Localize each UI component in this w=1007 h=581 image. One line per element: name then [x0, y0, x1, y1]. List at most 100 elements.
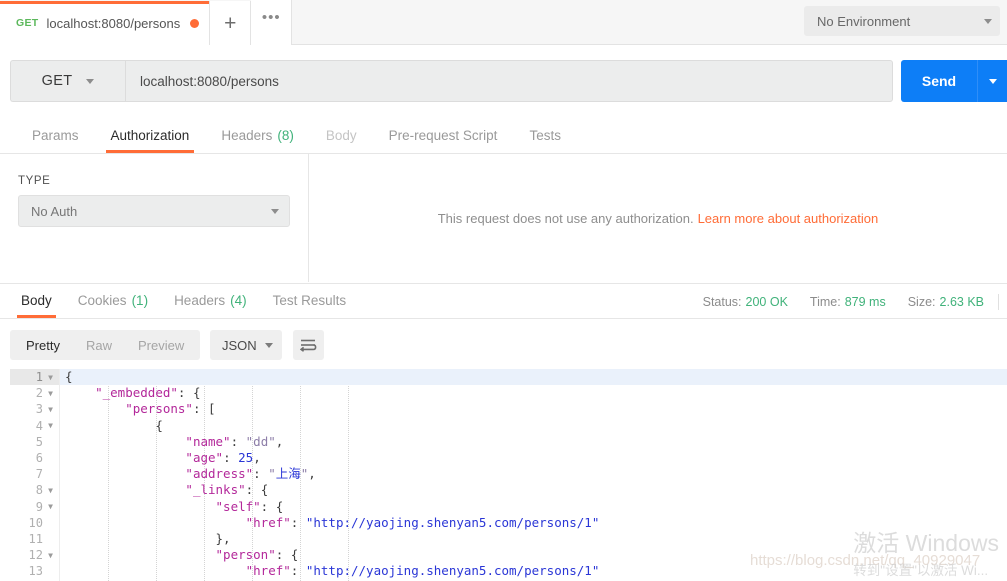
- chevron-down-icon: [86, 78, 95, 84]
- fold-arrow-icon[interactable]: ▼: [46, 486, 55, 495]
- tab-params-label: Params: [32, 128, 79, 143]
- request-url-row: GET localhost:8080/persons Send: [0, 45, 1007, 117]
- postman-window: GET localhost:8080/persons + ••• No Envi…: [0, 0, 1007, 581]
- code-line: {: [60, 369, 1007, 386]
- fold-arrow-icon[interactable]: ▼: [46, 389, 55, 398]
- fold-arrow-icon[interactable]: ▼: [46, 421, 55, 430]
- response-tab-headers-label: Headers: [174, 293, 226, 308]
- status-value: 200 OK: [745, 294, 788, 309]
- environment-selector[interactable]: No Environment: [804, 6, 1000, 36]
- tab-options-button[interactable]: •••: [251, 0, 293, 45]
- size-meta: Size: 2.63 KB: [908, 295, 984, 309]
- response-meta: Status: 200 OK Time: 879 ms Size: 2.63 KB: [681, 284, 1007, 319]
- tab-tests-label: Tests: [529, 128, 561, 143]
- learn-more-link[interactable]: Learn more about authorization: [698, 211, 879, 226]
- fold-arrow-icon[interactable]: ▼: [46, 502, 55, 511]
- send-button[interactable]: Send: [901, 60, 977, 102]
- unsaved-indicator-icon: [190, 18, 200, 28]
- line-number: 3 ▼: [10, 401, 59, 417]
- new-tab-button[interactable]: +: [210, 1, 252, 45]
- response-body-toolbar: Pretty Raw Preview JSON: [0, 319, 1007, 369]
- authorization-panel: TYPE No Auth This request does not use a…: [0, 154, 1007, 282]
- response-tab-cookies[interactable]: Cookies (1): [65, 283, 161, 318]
- view-mode-preview[interactable]: Preview: [125, 333, 197, 357]
- line-number: 1 ▼: [10, 369, 59, 386]
- line-number: 8 ▼: [10, 482, 59, 498]
- chevron-down-icon: [989, 78, 997, 84]
- code-line: "address": "上海",: [185, 466, 316, 482]
- code-line: },: [215, 530, 231, 546]
- wrap-lines-button[interactable]: [293, 330, 324, 360]
- tab-pre-request-script-label: Pre-request Script: [388, 128, 498, 143]
- line-number: 12 ▼: [10, 547, 59, 563]
- response-tab-test-results[interactable]: Test Results: [260, 283, 360, 318]
- code-line: "href": "http://yaojing.shenyan5.com/per…: [245, 514, 600, 530]
- tab-headers[interactable]: Headers (8): [205, 118, 310, 153]
- auth-type-selector[interactable]: No Auth: [18, 195, 290, 227]
- response-tab-headers[interactable]: Headers (4): [161, 283, 260, 318]
- code-line: "href": "http://yaojing.shenyan5.com/per…: [245, 563, 600, 579]
- tab-pre-request-script[interactable]: Pre-request Script: [373, 118, 514, 153]
- code-line: "age": 25,: [185, 449, 261, 465]
- response-format-selector[interactable]: JSON: [210, 330, 282, 360]
- request-section-tabs: Params Authorization Headers (8) Body Pre…: [0, 118, 1007, 154]
- environment-selected-label: No Environment: [817, 13, 911, 29]
- wrap-lines-icon: [300, 339, 317, 352]
- response-section-tabs: Body Cookies (1) Headers (4) Test Results …: [0, 283, 1007, 319]
- status-label: Status:: [702, 294, 742, 309]
- tab-authorization-label: Authorization: [110, 128, 190, 143]
- chevron-down-icon: [984, 18, 992, 24]
- tab-tests[interactable]: Tests: [513, 118, 577, 153]
- url-input-value: localhost:8080/persons: [140, 73, 279, 89]
- fold-arrow-icon[interactable]: ▼: [46, 405, 55, 414]
- request-tab-active[interactable]: GET localhost:8080/persons: [0, 1, 211, 45]
- response-view-mode-group: Pretty Raw Preview: [10, 330, 201, 360]
- code-line: "name": "dd",: [185, 433, 284, 449]
- tab-authorization[interactable]: Authorization: [95, 118, 206, 153]
- response-tab-headers-count: (4): [230, 293, 247, 308]
- authorization-message-area: This request does not use any authorizat…: [309, 154, 1007, 282]
- request-tab-name: localhost:8080/persons: [46, 15, 181, 31]
- http-method-selector[interactable]: GET: [10, 60, 125, 102]
- line-number: 2 ▼: [10, 385, 59, 401]
- line-number: 4 ▼: [10, 418, 59, 434]
- authorization-message: This request does not use any authorizat…: [437, 210, 694, 226]
- response-body-code[interactable]: { "_embedded": { "persons": [ { "name": …: [60, 369, 1007, 581]
- time-label: Time:: [809, 294, 841, 309]
- size-value: 2.63 KB: [939, 294, 984, 309]
- line-number: 11: [28, 531, 43, 546]
- code-line: "_embedded": {: [95, 385, 201, 401]
- response-tab-test-results-label: Test Results: [272, 293, 347, 308]
- code-line: {: [155, 417, 163, 433]
- response-tab-cookies-count: (1): [131, 293, 149, 308]
- auth-type-label: TYPE: [18, 175, 51, 187]
- response-body-editor[interactable]: 1 ▼ 2 ▼ 3 ▼ 4 ▼ 5 6 7 8 ▼ 9 ▼ 10 11 12 ▼ 13 { "_embedded": …: [10, 369, 1007, 581]
- meta-divider: [998, 293, 999, 310]
- response-tab-cookies-label: Cookies: [77, 293, 127, 308]
- auth-type-value: No Auth: [31, 203, 78, 219]
- url-input[interactable]: localhost:8080/persons: [125, 60, 893, 102]
- request-tab-bar: GET localhost:8080/persons + ••• No Envi…: [0, 0, 1007, 46]
- view-mode-pretty[interactable]: Pretty: [13, 333, 73, 357]
- response-format-value: JSON: [222, 337, 257, 353]
- tab-body[interactable]: Body: [310, 118, 373, 153]
- fold-arrow-icon[interactable]: ▼: [46, 551, 55, 560]
- send-options-button[interactable]: [977, 60, 1007, 102]
- view-mode-raw[interactable]: Raw: [73, 333, 125, 357]
- size-label: Size:: [907, 294, 936, 309]
- line-number: 6: [35, 451, 43, 466]
- http-method-label: GET: [41, 73, 73, 89]
- fold-arrow-icon[interactable]: ▼: [46, 373, 55, 382]
- request-tab-method: GET: [16, 17, 39, 29]
- tab-headers-count: (8): [277, 128, 294, 143]
- chevron-down-icon: [271, 208, 279, 214]
- line-number: 5: [35, 434, 43, 449]
- status-meta: Status: 200 OK: [703, 295, 788, 309]
- code-line: "persons": [: [125, 401, 216, 417]
- tab-params[interactable]: Params: [16, 118, 95, 153]
- code-line: "person": {: [215, 547, 299, 563]
- line-number: 7: [35, 467, 43, 482]
- code-line: "self": {: [215, 498, 284, 514]
- response-tab-body[interactable]: Body: [8, 283, 65, 318]
- line-number: 9 ▼: [10, 499, 59, 515]
